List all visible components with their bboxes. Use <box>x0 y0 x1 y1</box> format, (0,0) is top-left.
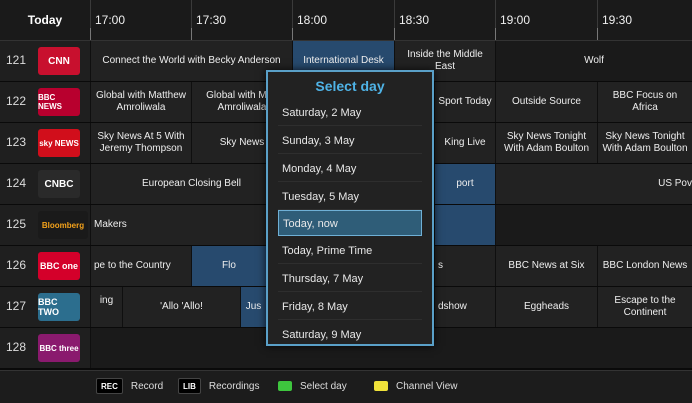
bbc-three-logo: BBC three <box>38 334 80 362</box>
yellow-button-icon <box>374 381 388 391</box>
program-cell[interactable]: Jus <box>240 287 266 327</box>
program-cell[interactable]: pe to the Country <box>90 246 191 286</box>
bbc-news-logo: BBC NEWS <box>38 88 80 116</box>
program-cell[interactable]: BBC News at Six <box>495 246 597 286</box>
program-cell[interactable]: Sky News At 5 With Jeremy Thompson <box>90 123 191 163</box>
program-cell[interactable]: dshow <box>434 287 495 327</box>
day-option[interactable]: Tuesday, 5 May <box>278 184 422 210</box>
day-option[interactable]: Sunday, 3 May <box>278 128 422 154</box>
program-cell-empty[interactable] <box>495 205 692 245</box>
day-option[interactable]: Saturday, 9 May <box>278 322 422 348</box>
day-option[interactable]: Friday, 8 May <box>278 294 422 320</box>
program-cell[interactable]: Sky News Tonight With Adam Boulton <box>597 123 692 163</box>
program-cell[interactable]: 'Allo 'Allo! <box>122 287 240 327</box>
program-cell[interactable]: Eggheads <box>495 287 597 327</box>
cnn-logo: CNN <box>38 47 80 75</box>
program-cell[interactable]: s <box>434 246 495 286</box>
lib-key: LIB <box>178 378 201 394</box>
time-bar: Today 17:00 17:30 18:00 18:30 19:00 19:3… <box>0 0 692 41</box>
time-1730: 17:30 <box>191 0 226 40</box>
channel-123[interactable]: 123 sky NEWS <box>0 123 90 163</box>
program-cell[interactable]: Outside Source <box>495 82 597 122</box>
program-cell[interactable]: BBC Focus on Africa <box>597 82 692 122</box>
cnbc-logo: CNBC <box>38 170 80 198</box>
channel-121[interactable]: 121 CNN <box>0 41 90 81</box>
program-cell[interactable]: ing <box>90 287 122 327</box>
channel-122[interactable]: 122 BBC NEWS <box>0 82 90 122</box>
program-cell[interactable]: Global with Matthew Amroliwala <box>90 82 191 122</box>
program-cell[interactable]: Sport Today <box>434 82 495 122</box>
program-cell[interactable]: US Pov <box>495 164 692 204</box>
bbc-one-logo: BBC one <box>38 252 80 280</box>
program-cell[interactable]: European Closing Bell <box>90 164 292 204</box>
select-day-hint[interactable]: Select day <box>278 379 347 393</box>
day-option[interactable]: Monday, 4 May <box>278 156 422 182</box>
day-option-selected[interactable]: Today, now <box>278 210 422 236</box>
day-option[interactable]: Saturday, 2 May <box>278 100 422 126</box>
footer-bar: REC Record LIB Recordings Select day Cha… <box>0 370 692 403</box>
time-1930: 19:30 <box>597 0 632 40</box>
channel-124[interactable]: 124 CNBC <box>0 164 90 204</box>
time-1900: 19:00 <box>495 0 530 40</box>
program-cell[interactable]: Escape to the Continent <box>597 287 692 327</box>
dialog-title: Select day <box>315 78 385 94</box>
channel-view-hint[interactable]: Channel View <box>374 379 458 393</box>
channel-127[interactable]: 127 BBC TWO <box>0 287 90 327</box>
channel-128[interactable]: 128 BBC three <box>0 328 90 368</box>
channel-125[interactable]: 125 Bloomberg <box>0 205 90 245</box>
program-cell[interactable]: Makers <box>90 205 266 245</box>
program-cell-selected[interactable] <box>434 205 495 245</box>
program-cell[interactable]: BBC London News <box>597 246 692 286</box>
day-option[interactable]: Thursday, 7 May <box>278 266 422 292</box>
day-option[interactable]: Today, Prime Time <box>278 238 422 264</box>
program-cell[interactable]: Flo <box>191 246 266 286</box>
channel-126[interactable]: 126 BBC one <box>0 246 90 286</box>
program-cell[interactable]: Wolf <box>495 41 692 81</box>
rec-key: REC <box>96 378 123 394</box>
select-day-dialog: Select day Saturday, 2 May Sunday, 3 May… <box>266 70 434 346</box>
sky-news-logo: sky NEWS <box>38 129 80 157</box>
program-cell[interactable]: Connect the World with Becky Anderson <box>90 41 292 81</box>
program-cell[interactable]: port <box>434 164 495 204</box>
recordings-hint[interactable]: LIB Recordings <box>178 378 259 394</box>
today-label: Today <box>27 13 63 27</box>
program-cell[interactable]: Sky News Tonight With Adam Boulton <box>495 123 597 163</box>
green-button-icon <box>278 381 292 391</box>
bbc-two-logo: BBC TWO <box>38 293 80 321</box>
time-1800: 18:00 <box>292 0 327 40</box>
program-cell[interactable]: King Live <box>434 123 495 163</box>
record-hint[interactable]: REC Record <box>96 378 163 394</box>
bloomberg-logo: Bloomberg <box>38 211 88 239</box>
time-1830: 18:30 <box>394 0 429 40</box>
tv-guide: Today 17:00 17:30 18:00 18:30 19:00 19:3… <box>0 0 692 403</box>
time-1700: 17:00 <box>90 0 125 40</box>
